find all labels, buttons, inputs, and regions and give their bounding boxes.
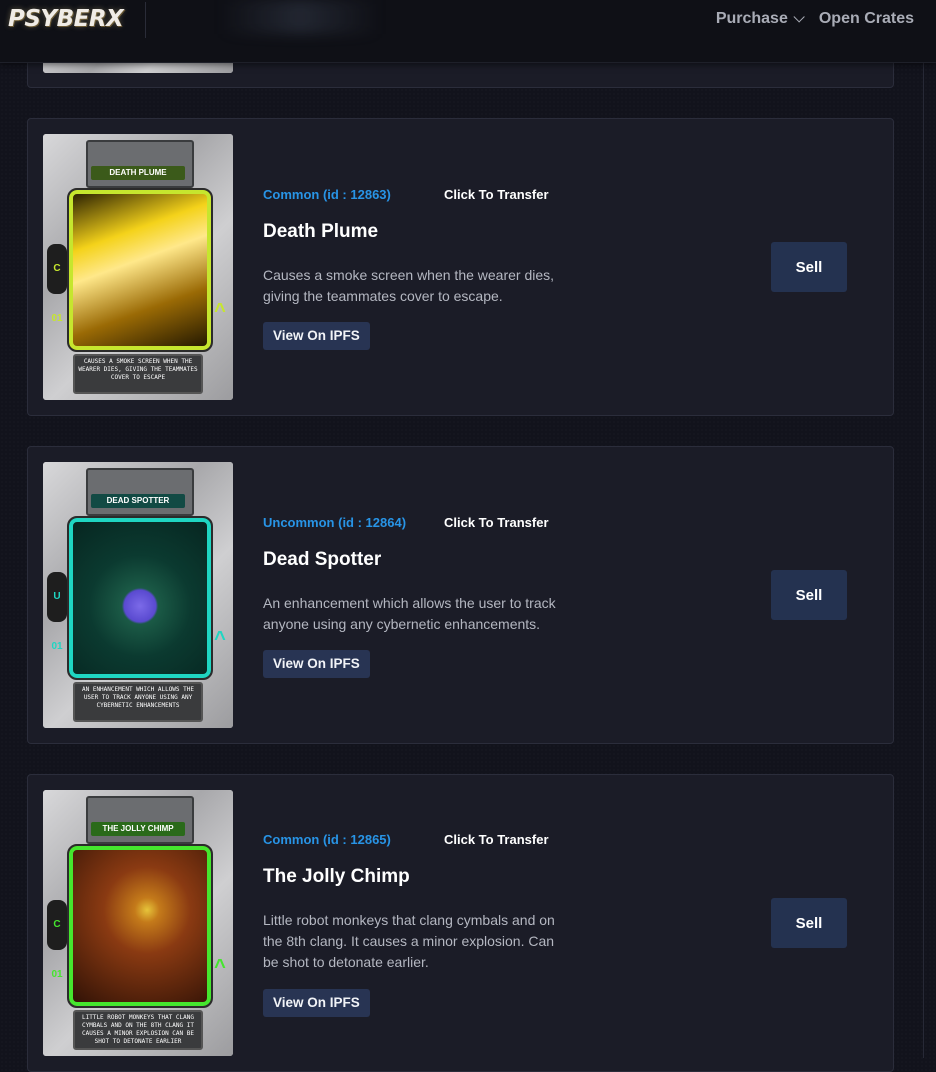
- item-card: THE JOLLY CHIMP C 01 ^ LITTLE ROBOT MONK…: [27, 774, 894, 1072]
- card-artwork: [67, 844, 213, 1008]
- sell-button[interactable]: Sell: [771, 242, 847, 292]
- nav-links: Purchase Open Crates: [716, 10, 914, 28]
- item-description: Little robot monkeys that clang cymbals …: [263, 912, 555, 970]
- scroll-rail: [923, 0, 924, 1058]
- item-description: An enhancement which allows the user to …: [263, 595, 556, 632]
- card-caption: CAUSES A SMOKE SCREEN WHEN THE WEARER DI…: [73, 354, 203, 394]
- card-caption: AN ENHANCEMENT WHICH ALLOWS THE USER TO …: [73, 682, 203, 722]
- transfer-link[interactable]: Click To Transfer: [444, 187, 549, 202]
- sell-button[interactable]: Sell: [771, 570, 847, 620]
- card-title-plate: [86, 140, 194, 188]
- nav-open-crates-label: Open Crates: [818, 10, 914, 27]
- rarity-label: Common (id : 12865): [263, 832, 391, 847]
- nft-card-image: THE JOLLY CHIMP C 01 ^ LITTLE ROBOT MONK…: [43, 790, 233, 1056]
- nft-card-image: DEATH PLUME C 01 ^ CAUSES A SMOKE SCREEN…: [43, 134, 233, 400]
- card-title-plate: [86, 796, 194, 844]
- card-image-title: DEAD SPOTTER: [91, 494, 185, 508]
- chevron-up-icon: ^: [214, 956, 226, 978]
- chevron-down-icon: [793, 11, 805, 23]
- rarity-label: Uncommon (id : 12864): [263, 515, 407, 530]
- view-on-ipfs-button[interactable]: View On IPFS: [263, 650, 370, 678]
- view-on-ipfs-button[interactable]: View On IPFS: [263, 322, 370, 350]
- nav-open-crates[interactable]: Open Crates: [819, 10, 914, 28]
- card-side-code: C 01: [47, 244, 67, 324]
- card-image-title: DEATH PLUME: [91, 166, 185, 180]
- nav-purchase-label: Purchase: [715, 10, 788, 27]
- item-name: The Jolly Chimp: [263, 866, 410, 887]
- item-card: DEATH PLUME C 01 ^ CAUSES A SMOKE SCREEN…: [27, 118, 894, 416]
- card-artwork: [67, 188, 213, 352]
- nav-purchase-dropdown[interactable]: Purchase: [715, 10, 805, 28]
- rarity-label: Common (id : 12863): [263, 187, 391, 202]
- nft-card-image: DEAD SPOTTER U 01 ^ AN ENHANCEMENT WHICH…: [43, 462, 233, 728]
- chevron-up-icon: ^: [214, 628, 226, 650]
- chevron-up-icon: ^: [214, 300, 226, 322]
- blurred-nav-area: [220, 0, 380, 34]
- card-image-title: THE JOLLY CHIMP: [91, 822, 185, 836]
- card-title-plate: [86, 468, 194, 516]
- card-side-code: U 01: [47, 572, 67, 652]
- item-card: DEAD SPOTTER U 01 ^ AN ENHANCEMENT WHICH…: [27, 446, 894, 744]
- item-name: Death Plume: [263, 221, 379, 242]
- view-on-ipfs-button[interactable]: View On IPFS: [263, 989, 370, 1017]
- card-artwork: [67, 516, 213, 680]
- transfer-link[interactable]: Click To Transfer: [444, 832, 549, 847]
- transfer-link[interactable]: Click To Transfer: [444, 515, 549, 530]
- sell-button[interactable]: Sell: [771, 898, 847, 948]
- top-navbar: PSYBERX Purchase Open Crates: [0, 0, 936, 63]
- item-name: Dead Spotter: [263, 549, 382, 570]
- card-caption: LITTLE ROBOT MONKEYS THAT CLANG CYMBALS …: [73, 1010, 203, 1050]
- card-side-code: C 01: [47, 900, 67, 980]
- nav-divider: [145, 2, 146, 38]
- psyberx-logo[interactable]: PSYBERX: [8, 6, 124, 32]
- item-description: Causes a smoke screen when the wearer di…: [263, 267, 555, 304]
